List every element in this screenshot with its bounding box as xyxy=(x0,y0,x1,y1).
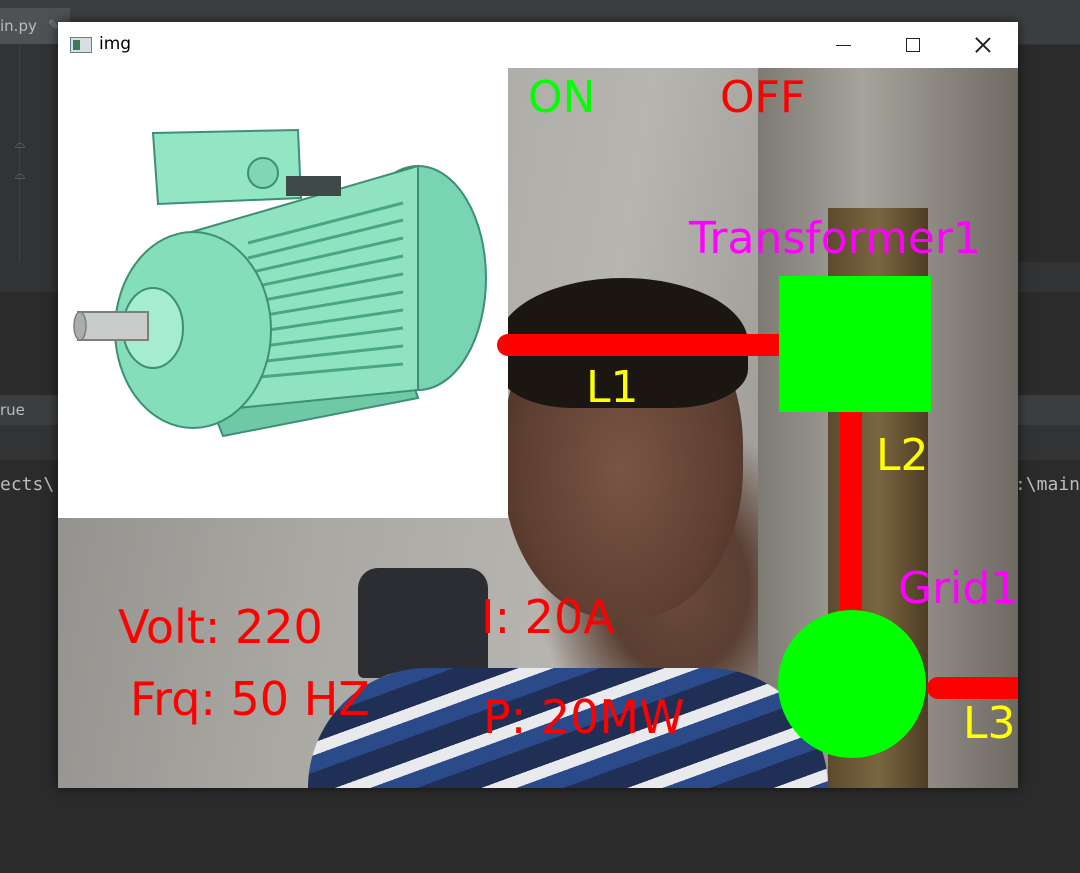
maximize-button[interactable] xyxy=(878,22,948,68)
line-label-l1: L1 xyxy=(586,362,639,413)
console-text-right: :\main xyxy=(1014,474,1080,495)
close-button[interactable] xyxy=(948,22,1018,68)
ide-tab-label: in.py xyxy=(0,17,37,35)
minimize-icon xyxy=(835,44,851,46)
console-text-left: ects\ xyxy=(0,474,55,495)
close-icon xyxy=(975,37,991,53)
status-off: OFF xyxy=(720,72,806,123)
grid-node xyxy=(778,610,926,758)
window-titlebar[interactable]: img xyxy=(58,22,1018,68)
ide-top-bar xyxy=(0,0,1080,8)
volt-reading: Volt: 220 xyxy=(118,600,323,654)
transformer-label: Transformer1 xyxy=(689,213,982,264)
frequency-reading: Frq: 50 HZ xyxy=(130,672,370,726)
grid-label: Grid1 xyxy=(898,563,1018,614)
ide-gutter xyxy=(0,44,58,262)
line-label-l3: L3 xyxy=(963,698,1016,749)
maximize-icon xyxy=(906,38,920,52)
status-on: ON xyxy=(528,72,596,123)
line-label-l2: L2 xyxy=(876,430,929,481)
transformer-node xyxy=(779,276,931,412)
camera-canvas: ON OFF Transformer1 Grid1 L1 L2 L3 Volt:… xyxy=(58,68,1018,788)
fold-icon[interactable]: ⌓ xyxy=(12,137,28,153)
power-reading: P: 20MW xyxy=(483,690,685,744)
run-toolbar-label: rue xyxy=(0,401,25,419)
img-window: img ON OFF Transformer1 Grid1 L1 L2 L3 V… xyxy=(58,22,1018,788)
current-reading: I: 20A xyxy=(481,590,615,644)
app-icon xyxy=(70,37,92,53)
window-title: img xyxy=(99,34,132,54)
minimize-button[interactable] xyxy=(808,22,878,68)
fold-end-icon[interactable]: ⌓ xyxy=(12,168,28,184)
